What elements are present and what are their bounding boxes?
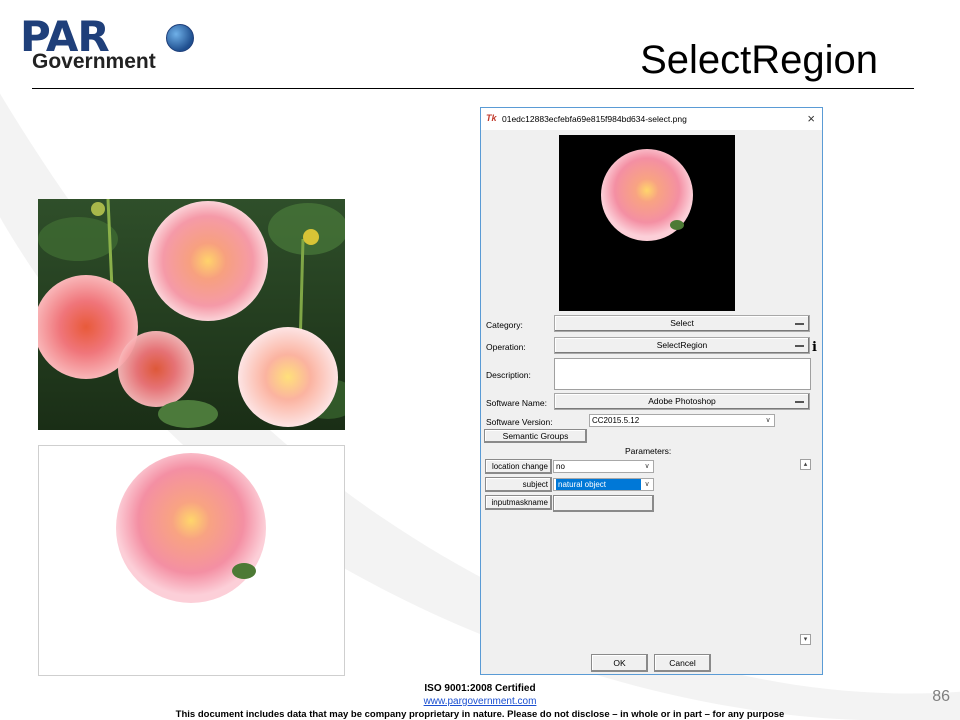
description-field[interactable] [554,358,811,390]
chevron-down-icon: ∨ [644,481,650,488]
title-divider [32,88,914,89]
category-select[interactable]: Select [554,315,810,332]
option-menu-indicator-icon [795,345,804,347]
software-version-label: Software Version: [486,417,553,427]
param-location-change-select[interactable]: no ∨ [553,460,654,473]
dialog-titlebar: Tk 01edc12883ecfebfa69e815f984bd634-sele… [481,108,822,130]
description-label: Description: [486,370,531,380]
page-number: 86 [932,688,950,705]
param-subject-value: natural object [556,479,641,490]
software-name-select[interactable]: Adobe Photoshop [554,393,810,410]
operation-value: SelectRegion [656,340,708,350]
software-name-label: Software Name: [486,398,547,408]
selected-region-result [38,445,345,676]
ok-button[interactable]: OK [591,654,648,672]
proprietary-disclaimer: This document includes data that may be … [175,709,785,720]
window-title: 01edc12883ecfebfa69e815f984bd634-select.… [502,114,687,124]
param-location-change-button[interactable]: location change [485,459,552,474]
tk-app-icon: Tk [486,113,497,123]
original-flower-photo [38,199,345,430]
chevron-down-icon: ∨ [644,463,650,470]
operation-select[interactable]: SelectRegion [554,337,810,354]
param-inputmaskname-file-button[interactable] [553,495,654,512]
close-icon[interactable]: × [807,111,815,126]
option-menu-indicator-icon [795,401,804,403]
operation-label: Operation: [486,342,526,352]
category-label: Category: [486,320,523,330]
iso-certification: ISO 9001:2008 Certified [424,683,536,694]
option-menu-indicator-icon [795,323,804,325]
software-version-select[interactable]: CC2015.5.12 ∨ [589,414,775,427]
logo-subtitle: Government [32,50,156,73]
company-website-link[interactable]: www.pargovernment.com [424,696,537,707]
par-government-logo: PAR Government [20,12,200,76]
parameters-scrollbar[interactable]: ▴ ▾ [800,459,812,647]
cancel-button[interactable]: Cancel [654,654,711,672]
chevron-down-icon: ∨ [765,417,771,424]
category-value: Select [670,318,694,328]
globe-icon [166,24,194,52]
info-icon[interactable]: i [812,340,817,355]
select-region-dialog: Tk 01edc12883ecfebfa69e815f984bd634-sele… [480,107,823,675]
software-name-value: Adobe Photoshop [648,396,716,406]
scroll-up-icon[interactable]: ▴ [800,459,811,470]
semantic-groups-button[interactable]: Semantic Groups [484,429,587,443]
param-inputmaskname-button[interactable]: inputmaskname [485,495,552,510]
param-location-change-value: no [556,462,565,471]
mask-preview [559,135,735,311]
slide-title: SelectRegion [640,38,878,82]
param-subject-button[interactable]: subject [485,477,552,492]
footer-url-row: www.pargovernment.com [0,696,960,707]
param-subject-select[interactable]: natural object ∨ [553,478,654,491]
software-version-value: CC2015.5.12 [592,416,640,425]
scroll-down-icon[interactable]: ▾ [800,634,811,645]
parameters-label: Parameters: [625,446,672,456]
